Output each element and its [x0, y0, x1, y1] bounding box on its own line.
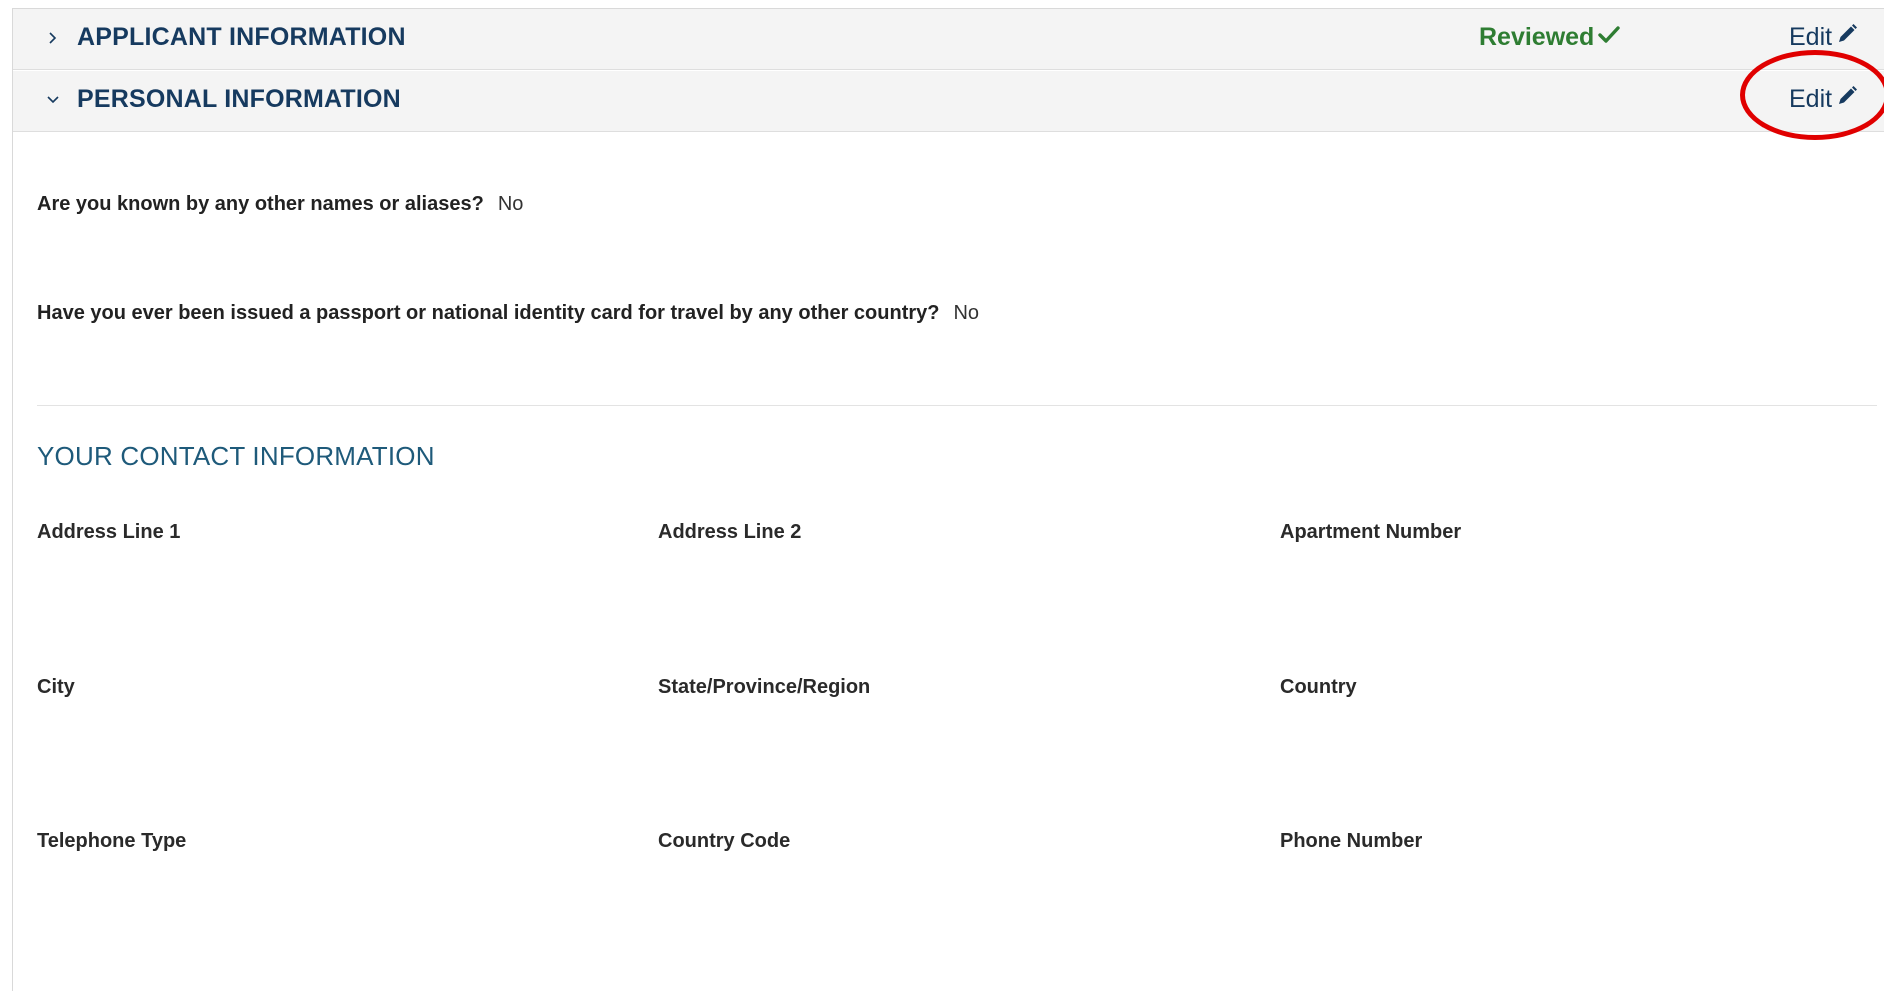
accordion-personal-information[interactable]: PERSONAL INFORMATION Edit [13, 71, 1884, 132]
label-telephone-type: Telephone Type [37, 830, 187, 852]
pencil-icon [1836, 85, 1858, 114]
edit-label: Edit [1789, 85, 1833, 113]
question-text: Are you known by any other names or alia… [37, 193, 484, 215]
label-country-code: Country Code [658, 830, 791, 852]
question-aliases: Are you known by any other names or alia… [37, 193, 523, 216]
edit-applicant-button[interactable]: Edit [1789, 23, 1858, 52]
accordion-title: APPLICANT INFORMATION [77, 23, 406, 51]
label-state: State/Province/Region [658, 676, 871, 698]
question-answer: No [953, 302, 980, 324]
label-address-line-2: Address Line 2 [658, 521, 802, 543]
question-answer: No [497, 193, 524, 215]
chevron-down-icon [41, 88, 65, 112]
pencil-icon [1836, 23, 1858, 52]
accordion-applicant-information[interactable]: APPLICANT INFORMATION Reviewed Edit [13, 9, 1884, 70]
review-panel: APPLICANT INFORMATION Reviewed Edit PERS… [12, 8, 1884, 991]
label-phone-number: Phone Number [1280, 830, 1423, 852]
label-country: Country [1280, 676, 1357, 698]
edit-personal-button[interactable]: Edit [1789, 85, 1858, 114]
accordion-title: PERSONAL INFORMATION [77, 85, 401, 113]
label-city: City [37, 676, 75, 698]
reviewed-status: Reviewed [1479, 23, 1621, 52]
edit-label: Edit [1789, 23, 1833, 51]
section-divider [37, 405, 1877, 406]
reviewed-label: Reviewed [1479, 23, 1595, 51]
redacted-value: — — — — — — — — — [37, 705, 197, 711]
label-apartment-number: Apartment Number [1280, 521, 1462, 543]
chevron-right-icon [41, 26, 65, 50]
label-address-line-1: Address Line 1 [37, 521, 181, 543]
question-other-passport: Have you ever been issued a passport or … [37, 302, 979, 325]
checkmark-icon [1598, 23, 1621, 52]
question-text: Have you ever been issued a passport or … [37, 302, 940, 324]
section-title-contact: YOUR CONTACT INFORMATION [37, 441, 435, 471]
